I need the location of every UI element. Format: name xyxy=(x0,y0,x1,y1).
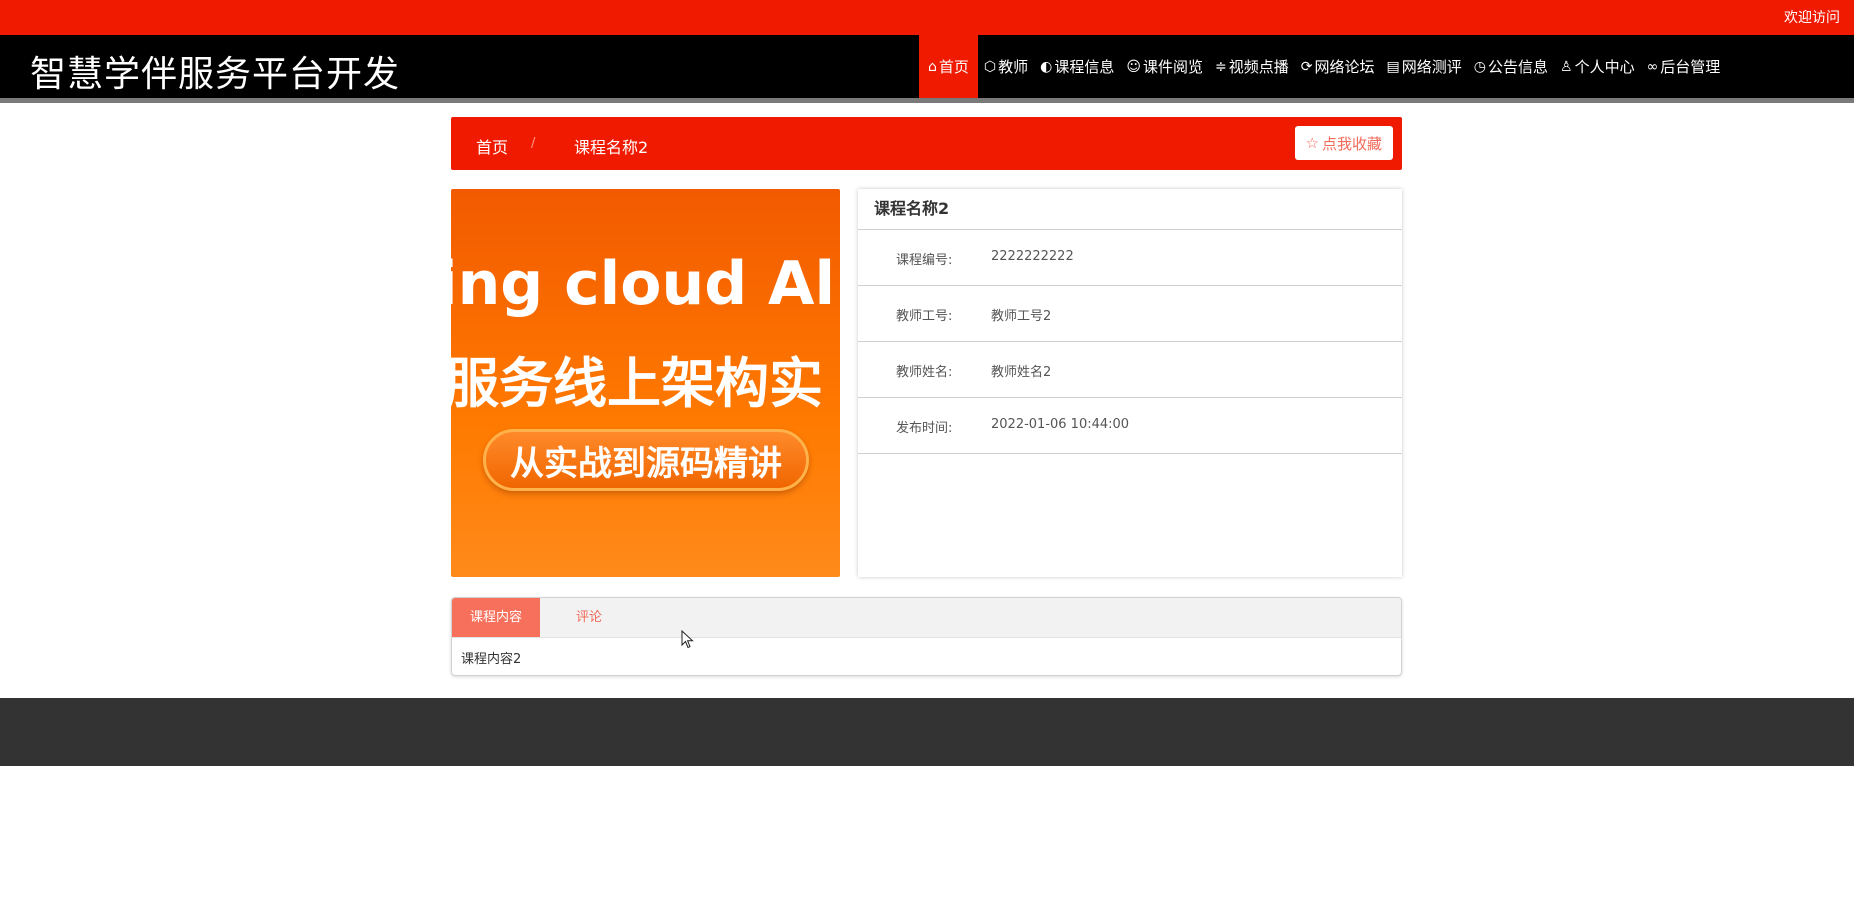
main-nav: ⌂ 首页 ⬡ 教师 ◐ 课程信息 ☺ 课件阅览 ≑ 视频点播 ⟳ 网络论坛 ▤ … xyxy=(919,35,1726,98)
detail-value: 2022-01-06 10:44:00 xyxy=(991,417,1130,432)
nav-item-admin[interactable]: ∞ 后台管理 xyxy=(1641,35,1727,98)
breadcrumb: 首页 / 课程名称2 ☆ 点我收藏 xyxy=(451,117,1402,170)
document-icon: ▤ xyxy=(1386,58,1400,75)
detail-value: 2222222222 xyxy=(991,249,1074,264)
course-detail-panel: 课程名称2 课程编号: 2222222222 教师工号: 教师工号2 教师姓名:… xyxy=(858,189,1402,577)
nav-item-teacher[interactable]: ⬡ 教师 xyxy=(978,35,1034,98)
nav-item-video[interactable]: ≑ 视频点播 xyxy=(1209,35,1295,98)
nav-item-home[interactable]: ⌂ 首页 xyxy=(919,35,978,98)
cover-pill-text: 从实战到源码精讲 xyxy=(483,429,809,491)
tab-comments[interactable]: 评论 xyxy=(558,598,620,637)
course-title: 课程名称2 xyxy=(858,189,1402,230)
course-cover-image: ing cloud Alib 服务线上架构实 从实战到源码精讲 xyxy=(451,189,840,577)
detail-row-teacher-id: 教师工号: 教师工号2 xyxy=(858,286,1402,342)
tab-content: 课程内容2 xyxy=(461,652,522,667)
favorite-button-label: 点我收藏 xyxy=(1321,134,1382,153)
mouse-cursor-icon xyxy=(681,630,694,649)
detail-value: 教师姓名2 xyxy=(991,365,1052,380)
nav-item-course-info[interactable]: ◐ 课程信息 xyxy=(1034,35,1120,98)
welcome-text: 欢迎访问 xyxy=(1784,10,1840,26)
tab-course-content[interactable]: 课程内容 xyxy=(452,598,541,637)
refresh-icon: ⟳ xyxy=(1300,58,1313,75)
cover-text-line-2: 服务线上架构实 xyxy=(451,352,823,415)
favorite-button[interactable]: ☆ 点我收藏 xyxy=(1294,126,1393,160)
detail-row-publish-time: 发布时间: 2022-01-06 10:44:00 xyxy=(858,398,1402,454)
content-tabs: 课程内容 评论 课程内容2 xyxy=(451,597,1402,676)
detail-label: 发布时间: xyxy=(896,421,953,436)
detail-label: 教师姓名: xyxy=(896,365,953,380)
link-icon: ∞ xyxy=(1646,58,1659,75)
cover-text-line-1: ing cloud Alib xyxy=(451,249,840,319)
sliders-icon: ≑ xyxy=(1215,58,1227,75)
nav-item-label: 个人中心 xyxy=(1574,58,1635,76)
nav-item-label: 课程信息 xyxy=(1054,58,1115,76)
nav-item-personal-center[interactable]: ♙ 个人中心 xyxy=(1554,35,1641,98)
nav-item-label: 网络测评 xyxy=(1401,58,1462,76)
detail-row-teacher-name: 教师姓名: 教师姓名2 xyxy=(858,342,1402,398)
nav-item-label: 教师 xyxy=(998,58,1029,76)
nav-item-label: 后台管理 xyxy=(1660,58,1721,76)
detail-label: 教师工号: xyxy=(896,309,953,324)
detail-label: 课程编号: xyxy=(896,253,953,268)
site-title: 智慧学伴服务平台开发 xyxy=(30,54,401,95)
nav-item-label: 公告信息 xyxy=(1487,58,1548,76)
clock-icon: ◷ xyxy=(1473,58,1486,75)
nav-item-label: 课件阅览 xyxy=(1143,58,1204,76)
site-header: 智慧学伴服务平台开发 ⌂ 首页 ⬡ 教师 ◐ 课程信息 ☺ 课件阅览 ≑ 视频点… xyxy=(0,35,1854,98)
detail-value: 教师工号2 xyxy=(991,309,1052,324)
nav-item-label: 视频点播 xyxy=(1228,58,1289,76)
breadcrumb-current: 课程名称2 xyxy=(574,138,649,157)
breadcrumb-separator: / xyxy=(531,136,536,151)
cube-icon: ⬡ xyxy=(983,58,997,75)
header-divider xyxy=(0,98,1854,103)
user-icon: ♙ xyxy=(1560,58,1573,75)
palette-icon: ◐ xyxy=(1040,58,1053,75)
tab-bar: 课程内容 评论 xyxy=(452,598,1401,638)
page-footer xyxy=(0,698,1854,766)
nav-item-forum[interactable]: ⟳ 网络论坛 xyxy=(1295,35,1381,98)
smile-icon: ☺ xyxy=(1126,58,1141,75)
nav-item-courseware[interactable]: ☺ 课件阅览 xyxy=(1120,35,1209,98)
nav-item-label: 网络论坛 xyxy=(1314,58,1375,76)
breadcrumb-home-link[interactable]: 首页 xyxy=(476,134,508,158)
nav-item-assessment[interactable]: ▤ 网络测评 xyxy=(1381,35,1468,98)
home-icon: ⌂ xyxy=(928,58,937,75)
nav-item-label: 首页 xyxy=(938,58,969,76)
star-icon: ☆ xyxy=(1305,134,1319,152)
nav-item-announcements[interactable]: ◷ 公告信息 xyxy=(1468,35,1554,98)
detail-row-course-number: 课程编号: 2222222222 xyxy=(858,230,1402,286)
top-bar: 欢迎访问 xyxy=(0,0,1854,35)
